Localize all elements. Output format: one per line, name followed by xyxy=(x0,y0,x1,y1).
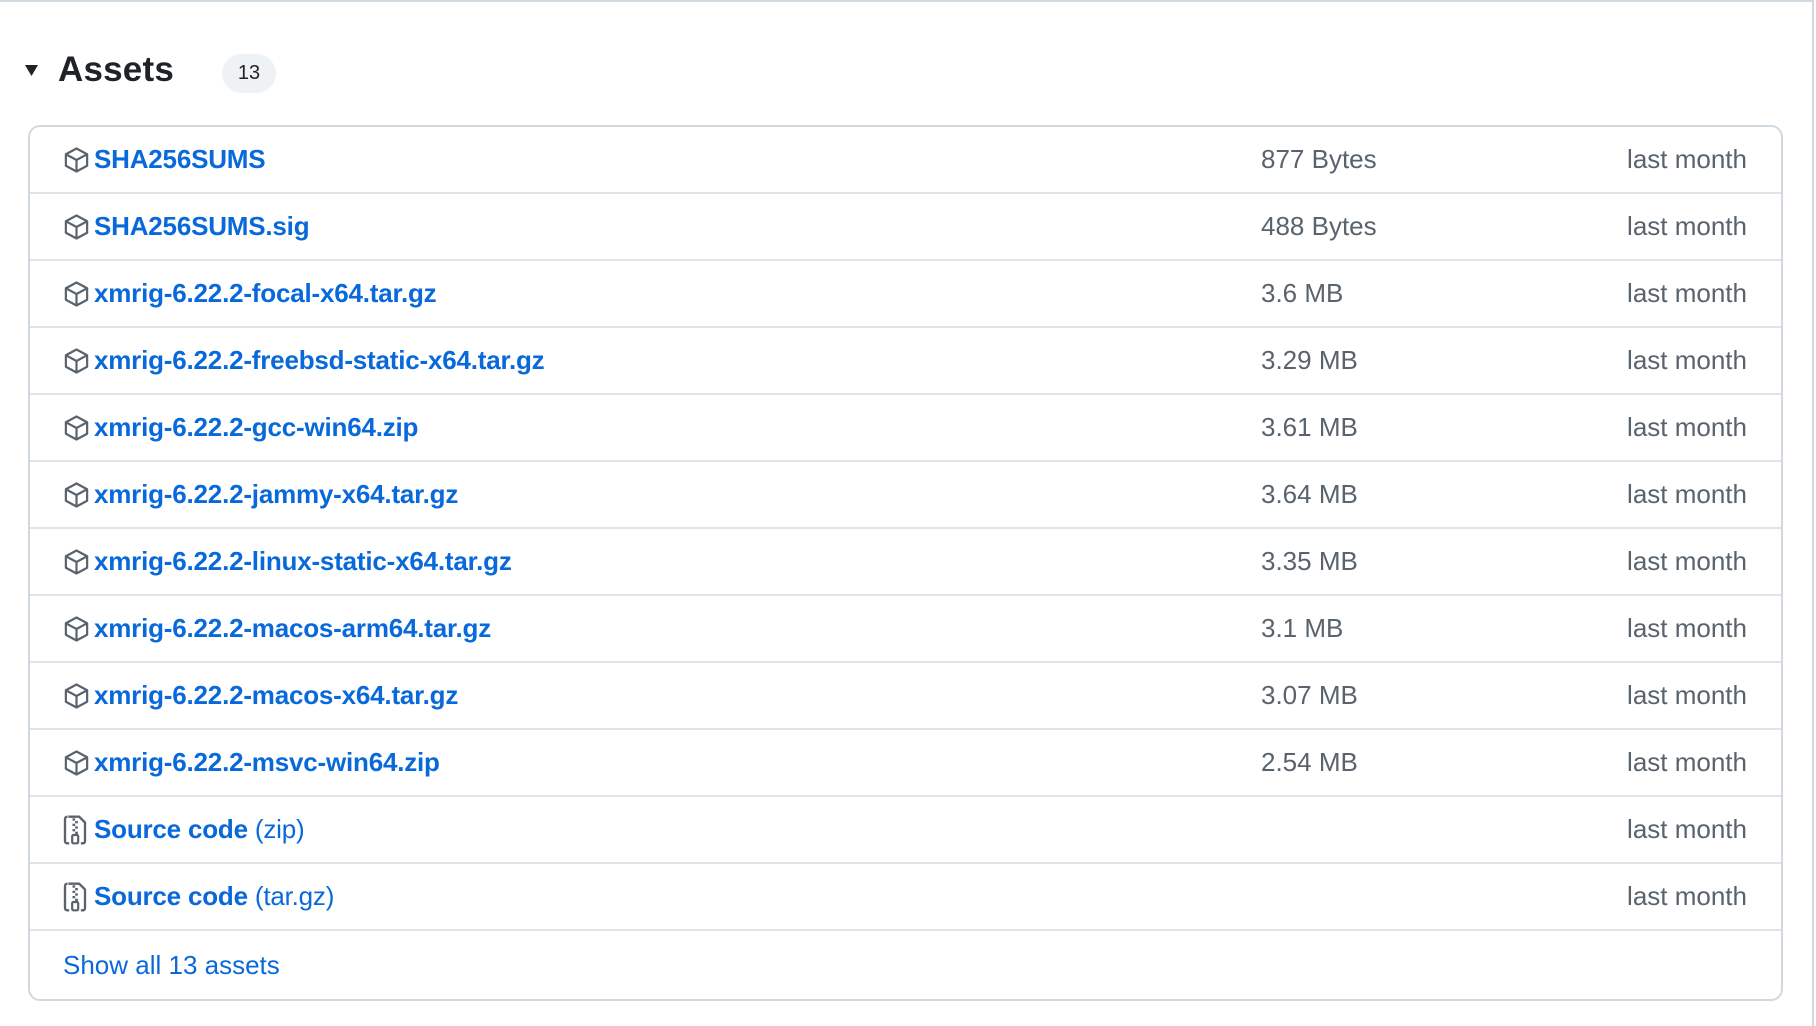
package-icon xyxy=(63,145,93,175)
file-zip-icon xyxy=(63,815,93,845)
asset-name: xmrig-6.22.2-jammy-x64.tar.gz xyxy=(94,479,459,509)
asset-row: Source code (tar.gz) last month xyxy=(30,864,1781,931)
asset-date: last month xyxy=(1627,211,1747,241)
asset-name: Source code xyxy=(94,881,248,911)
asset-name: xmrig-6.22.2-focal-x64.tar.gz xyxy=(94,278,437,308)
asset-size: 3.35 MB xyxy=(1261,546,1358,576)
asset-name: xmrig-6.22.2-gcc-win64.zip xyxy=(94,412,419,442)
asset-name-cell: Source code (tar.gz) xyxy=(63,881,1748,912)
asset-row: xmrig-6.22.2-linux-static-x64.tar.gz 3.3… xyxy=(30,529,1781,596)
asset-download-link[interactable]: SHA256SUMS xyxy=(94,144,266,175)
asset-name-cell: xmrig-6.22.2-msvc-win64.zip xyxy=(63,747,1748,778)
asset-name: xmrig-6.22.2-macos-x64.tar.gz xyxy=(94,680,459,710)
asset-download-link[interactable]: xmrig-6.22.2-freebsd-static-x64.tar.gz xyxy=(94,345,545,376)
asset-date: last month xyxy=(1627,278,1747,308)
assets-title[interactable]: Assets xyxy=(58,50,174,90)
asset-download-link[interactable]: xmrig-6.22.2-focal-x64.tar.gz xyxy=(94,278,437,309)
asset-name: SHA256SUMS xyxy=(94,144,266,174)
asset-name: xmrig-6.22.2-macos-arm64.tar.gz xyxy=(94,613,491,643)
assets-list: SHA256SUMS 877 Bytes last month SHA256SU… xyxy=(28,125,1783,1001)
asset-date: last month xyxy=(1627,144,1747,174)
asset-row: xmrig-6.22.2-jammy-x64.tar.gz 3.64 MB la… xyxy=(30,462,1781,529)
asset-row: SHA256SUMS.sig 488 Bytes last month xyxy=(30,194,1781,261)
package-icon xyxy=(63,413,93,443)
asset-date: last month xyxy=(1627,412,1747,442)
show-all-assets-link[interactable]: Show all 13 assets xyxy=(63,950,280,981)
asset-name-cell: xmrig-6.22.2-focal-x64.tar.gz xyxy=(63,278,1748,309)
file-zip-icon xyxy=(63,882,93,912)
assets-footer: Show all 13 assets xyxy=(30,931,1781,999)
asset-row: xmrig-6.22.2-macos-arm64.tar.gz 3.1 MB l… xyxy=(30,596,1781,663)
asset-row: xmrig-6.22.2-focal-x64.tar.gz 3.6 MB las… xyxy=(30,261,1781,328)
asset-row: xmrig-6.22.2-freebsd-static-x64.tar.gz 3… xyxy=(30,328,1781,395)
asset-download-link[interactable]: Source code (tar.gz) xyxy=(94,881,334,912)
asset-download-link[interactable]: xmrig-6.22.2-macos-arm64.tar.gz xyxy=(94,613,491,644)
asset-date: last month xyxy=(1627,680,1747,710)
asset-size: 3.61 MB xyxy=(1261,412,1358,442)
asset-size: 3.07 MB xyxy=(1261,680,1358,710)
asset-row: Source code (zip) last month xyxy=(30,797,1781,864)
asset-row: xmrig-6.22.2-gcc-win64.zip 3.61 MB last … xyxy=(30,395,1781,462)
asset-name-cell: xmrig-6.22.2-linux-static-x64.tar.gz xyxy=(63,546,1748,577)
asset-row: xmrig-6.22.2-msvc-win64.zip 2.54 MB last… xyxy=(30,730,1781,797)
package-icon xyxy=(63,681,93,711)
asset-suffix: (zip) xyxy=(247,814,305,844)
asset-name: xmrig-6.22.2-msvc-win64.zip xyxy=(94,747,440,777)
asset-name-cell: SHA256SUMS.sig xyxy=(63,211,1748,242)
asset-name-cell: xmrig-6.22.2-freebsd-static-x64.tar.gz xyxy=(63,345,1748,376)
asset-size: 877 Bytes xyxy=(1261,144,1377,174)
asset-size: 3.29 MB xyxy=(1261,345,1358,375)
asset-download-link[interactable]: SHA256SUMS.sig xyxy=(94,211,310,242)
asset-name: SHA256SUMS.sig xyxy=(94,211,310,241)
package-icon xyxy=(63,547,93,577)
asset-download-link[interactable]: xmrig-6.22.2-gcc-win64.zip xyxy=(94,412,418,443)
package-icon xyxy=(63,614,93,644)
asset-count-badge: 13 xyxy=(222,53,276,93)
package-icon xyxy=(63,748,93,778)
asset-name-cell: xmrig-6.22.2-jammy-x64.tar.gz xyxy=(63,479,1748,510)
asset-date: last month xyxy=(1627,814,1747,844)
asset-size: 3.6 MB xyxy=(1261,278,1344,308)
asset-download-link[interactable]: xmrig-6.22.2-jammy-x64.tar.gz xyxy=(94,479,458,510)
asset-date: last month xyxy=(1627,546,1747,576)
asset-download-link[interactable]: xmrig-6.22.2-linux-static-x64.tar.gz xyxy=(94,546,512,577)
asset-name-cell: xmrig-6.22.2-gcc-win64.zip xyxy=(63,412,1748,443)
asset-date: last month xyxy=(1627,613,1747,643)
asset-name-cell: xmrig-6.22.2-macos-x64.tar.gz xyxy=(63,680,1748,711)
asset-date: last month xyxy=(1627,479,1747,509)
asset-name: Source code xyxy=(94,814,248,844)
asset-size: 2.54 MB xyxy=(1261,747,1358,777)
package-icon xyxy=(63,346,93,376)
asset-name-cell: SHA256SUMS xyxy=(63,144,1748,175)
assets-header: Assets 13 xyxy=(24,46,276,94)
asset-date: last month xyxy=(1627,345,1747,375)
package-icon xyxy=(63,279,93,309)
asset-download-link[interactable]: xmrig-6.22.2-msvc-win64.zip xyxy=(94,747,440,778)
asset-date: last month xyxy=(1627,747,1747,777)
asset-name: xmrig-6.22.2-linux-static-x64.tar.gz xyxy=(94,546,512,576)
asset-size: 3.1 MB xyxy=(1261,613,1344,643)
package-icon xyxy=(63,480,93,510)
asset-download-link[interactable]: xmrig-6.22.2-macos-x64.tar.gz xyxy=(94,680,458,711)
asset-row: SHA256SUMS 877 Bytes last month xyxy=(30,127,1781,194)
triangle-down-icon[interactable] xyxy=(24,63,38,77)
asset-name-cell: xmrig-6.22.2-macos-arm64.tar.gz xyxy=(63,613,1748,644)
asset-name-cell: Source code (zip) xyxy=(63,814,1748,845)
asset-size: 488 Bytes xyxy=(1261,211,1377,241)
asset-suffix: (tar.gz) xyxy=(247,881,335,911)
asset-row: xmrig-6.22.2-macos-x64.tar.gz 3.07 MB la… xyxy=(30,663,1781,730)
package-icon xyxy=(63,212,93,242)
asset-size: 3.64 MB xyxy=(1261,479,1358,509)
asset-name: xmrig-6.22.2-freebsd-static-x64.tar.gz xyxy=(94,345,545,375)
asset-date: last month xyxy=(1627,881,1747,911)
asset-download-link[interactable]: Source code (zip) xyxy=(94,814,305,845)
